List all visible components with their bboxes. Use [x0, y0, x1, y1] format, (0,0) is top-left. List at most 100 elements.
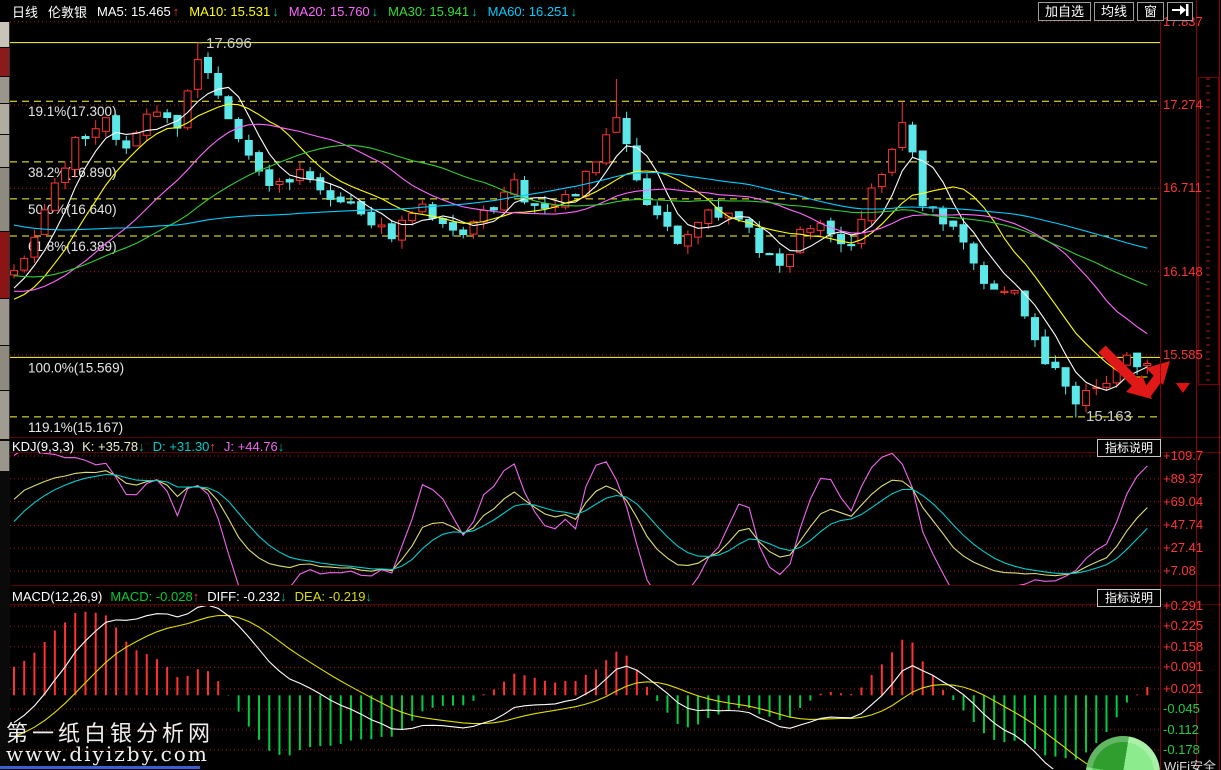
right-side-panel-strip[interactable] — [1198, 77, 1219, 385]
kdj-title: KDJ(9,3,3) — [12, 439, 74, 454]
axis-tick-label: +89.37 — [1163, 471, 1203, 486]
wifi-security-label: WiFi安全 — [1164, 756, 1216, 770]
svg-text:17.696: 17.696 — [206, 35, 252, 52]
down-arrow-icon: ↓ — [280, 589, 287, 604]
macd-indicator-help-button[interactable]: 指标说明 — [1097, 589, 1161, 607]
axis-tick-label: +27.41 — [1163, 540, 1203, 555]
axis-tick-label: +7.08 — [1163, 563, 1196, 578]
left-toolbar-segment[interactable] — [0, 104, 10, 134]
fib-level-label: 19.1%(17.300) — [28, 104, 117, 119]
left-toolbar-segment[interactable] — [0, 346, 10, 390]
arrow-to-bar-icon — [1171, 4, 1189, 16]
fibonacci-levels: 19.1%(17.300)38.2%(16.890)50.0%(16.640)6… — [10, 43, 1160, 435]
kdj-item: D: +31.30↑ — [153, 439, 216, 454]
chart-canvas[interactable]: 19.1%(17.300)38.2%(16.890)50.0%(16.640)6… — [0, 0, 1221, 770]
axis-frame-line — [1160, 22, 1161, 770]
fib-level-label: 119.1%(15.167) — [28, 420, 123, 435]
down-triangle-marker — [1176, 383, 1190, 393]
axis-tick-label: 16.148 — [1163, 264, 1203, 279]
down-arrow-icon: ↓ — [138, 439, 145, 454]
ma-item: MA30: 15.941↓ — [388, 4, 477, 19]
left-toolbar-segment[interactable] — [0, 168, 10, 231]
axis-tick-label: +47.74 — [1163, 517, 1203, 532]
left-toolbar-segment[interactable] — [0, 48, 10, 76]
ma-value: MA10: 15.531 — [189, 4, 270, 19]
left-toolbar-segment[interactable] — [0, 299, 10, 345]
ma-item: MA20: 15.760↓ — [289, 4, 378, 19]
ma-line-button[interactable]: 均线 — [1094, 2, 1134, 21]
down-arrow-icon: ↓ — [365, 589, 372, 604]
axis-tick-label: 15.585 — [1163, 347, 1203, 362]
axis-tick-label: +109.7 — [1163, 448, 1203, 463]
MA20-line — [14, 124, 1147, 334]
axis-tick-label: +0.158 — [1163, 639, 1203, 654]
kdj-J-line — [14, 449, 1147, 602]
period-label: 日线 — [12, 2, 38, 21]
add-favorite-button[interactable]: 加自选 — [1038, 2, 1091, 21]
ma-value: MA30: 15.941 — [388, 4, 469, 19]
macd-value: DIFF: -0.232 — [207, 589, 280, 604]
fib-level-label: 100.0%(15.569) — [28, 360, 124, 375]
axis-tick-label: -0.112 — [1163, 722, 1199, 737]
price-annotations: 17.696 15.163 — [198, 35, 1132, 425]
left-toolbar-segment[interactable] — [0, 22, 10, 47]
chart-header: 日线 伦敦银 MA5: 15.465↑MA10: 15.531↓MA20: 15… — [12, 0, 577, 22]
kdj-K-line — [14, 471, 1147, 576]
kdj-chart[interactable] — [14, 449, 1147, 602]
ma-value: MA5: 15.465 — [97, 4, 171, 19]
ma-value: MA60: 16.251 — [488, 4, 569, 19]
kdj-indicator-help-button[interactable]: 指标说明 — [1097, 439, 1161, 457]
axis-tick-label: -0.178 — [1163, 742, 1200, 757]
axis-frame-line — [1196, 0, 1197, 770]
down-arrow-icon: ↓ — [272, 4, 279, 19]
left-toolbar-strip[interactable] — [0, 22, 10, 770]
ma-value: MA20: 15.760 — [289, 4, 370, 19]
trading-terminal: 日线 伦敦银 MA5: 15.465↑MA10: 15.531↓MA20: 15… — [0, 0, 1221, 770]
watermark-url: www.diyizby.com — [6, 742, 209, 766]
down-arrow-icon: ↓ — [471, 4, 478, 19]
macd-value: MACD: -0.028 — [110, 589, 192, 604]
axis-tick-label: +0.021 — [1163, 681, 1203, 696]
axis-tick-label: 16.711 — [1163, 180, 1202, 195]
left-toolbar-segment[interactable] — [0, 232, 10, 298]
up-arrow-icon: ↑ — [173, 4, 180, 19]
taskbar-edge — [0, 766, 200, 769]
kdj-value: J: +44.76 — [224, 439, 278, 454]
down-arrow-icon: ↓ — [571, 4, 578, 19]
left-toolbar-segment[interactable] — [0, 77, 10, 103]
ma-item: MA5: 15.465↑ — [97, 4, 179, 19]
left-toolbar-segment[interactable] — [0, 441, 10, 471]
ma-item: MA10: 15.531↓ — [189, 4, 278, 19]
axis-tick-label: -0.045 — [1163, 701, 1200, 716]
kdj-item: K: +35.78↓ — [82, 439, 145, 454]
kdj-D-line — [14, 475, 1147, 574]
gridlines — [10, 22, 1160, 750]
kdj-values: K: +35.78↓D: +31.30↑J: +44.76↓ — [82, 439, 284, 454]
down-arrow-icon: ↓ — [278, 439, 285, 454]
macd-title: MACD(12,26,9) — [12, 589, 102, 604]
kdj-value: K: +35.78 — [82, 439, 138, 454]
macd-header: MACD(12,26,9) MACD: -0.028↑DIFF: -0.232↓… — [12, 588, 372, 604]
symbol-label: 伦敦银 — [48, 2, 87, 21]
macd-values: MACD: -0.028↑DIFF: -0.232↓DEA: -0.219↓ — [110, 589, 372, 604]
axis-frame-line — [1219, 0, 1220, 770]
window-button[interactable]: 窗 — [1137, 2, 1164, 21]
main-price-chart[interactable] — [11, 43, 1151, 418]
macd-value: DEA: -0.219 — [295, 589, 366, 604]
kdj-header: KDJ(9,3,3) K: +35.78↓D: +31.30↑J: +44.76… — [12, 438, 284, 454]
kdj-item: J: +44.76↓ — [224, 439, 284, 454]
axis-tick-label: +0.291 — [1163, 598, 1203, 613]
kdj-value: D: +31.30 — [153, 439, 210, 454]
up-arrow-icon: ↑ — [193, 589, 200, 604]
MA5-line — [14, 87, 1147, 390]
left-toolbar-segment[interactable] — [0, 135, 10, 167]
axis-tick-label: +0.091 — [1163, 659, 1203, 674]
axis-tick-label: +0.225 — [1163, 618, 1203, 633]
axis-tick-label: +69.04 — [1163, 494, 1203, 509]
left-toolbar-segment[interactable] — [0, 391, 10, 439]
svg-text:15.163: 15.163 — [1086, 408, 1132, 425]
collapse-panel-icon[interactable] — [1167, 2, 1193, 21]
macd-item: DEA: -0.219↓ — [295, 589, 372, 604]
macd-item: DIFF: -0.232↓ — [207, 589, 286, 604]
up-arrow-icon: ↑ — [209, 439, 216, 454]
